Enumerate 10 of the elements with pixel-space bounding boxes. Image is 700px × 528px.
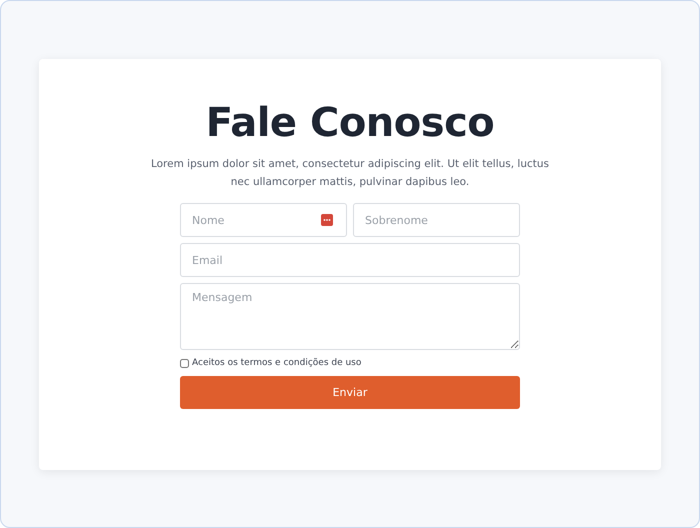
name-field[interactable]: Nome [180, 203, 347, 237]
description-text: Lorem ipsum dolor sit amet, consectetur adipiscing elit. Ut elit tellus, luctus nec ullamcorper mattis, pulvinar dapibus leo. [150, 157, 550, 190]
email-field[interactable]: Email [180, 243, 520, 277]
autofill-icon[interactable] [321, 214, 333, 226]
name-field[interactable]: Sobrenome [353, 203, 520, 237]
submit-button[interactable]: Enviar [180, 376, 520, 409]
message-field[interactable]: Mensagem [180, 283, 520, 350]
page-title: Fale Conosco [206, 99, 494, 148]
terms-checkbox[interactable] [180, 358, 189, 368]
terms-label: Aceitos os termos e condições de uso [192, 358, 362, 368]
